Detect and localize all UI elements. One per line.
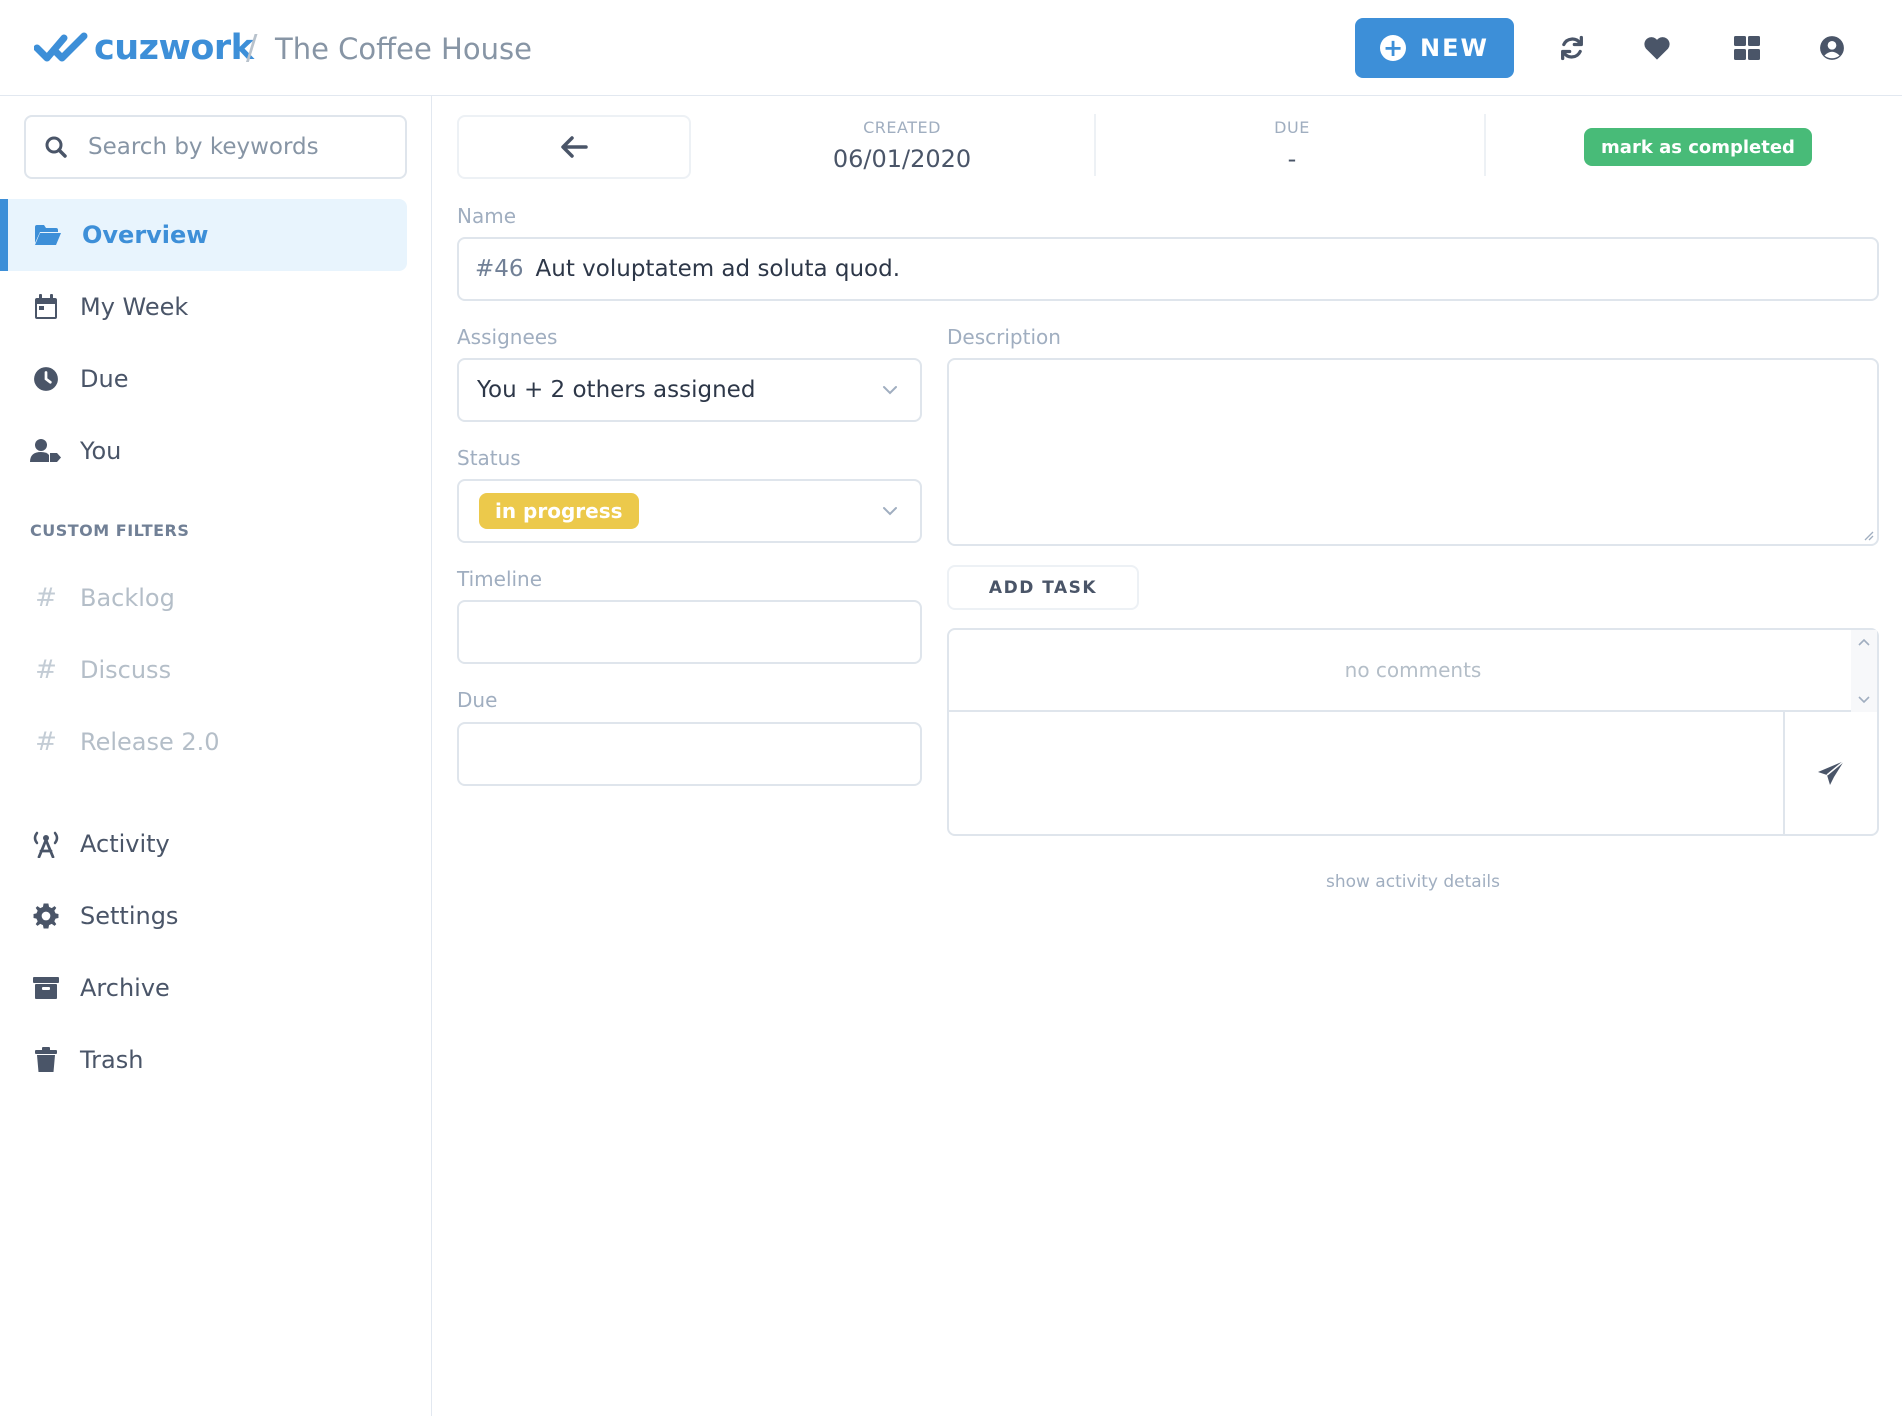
- refresh-icon[interactable]: [1556, 32, 1588, 64]
- user-tag-icon: [30, 435, 62, 467]
- plus-circle-icon: +: [1380, 35, 1407, 61]
- sidebar-item-label: You: [80, 437, 122, 465]
- divider: [1484, 114, 1486, 176]
- comments-list: no comments: [949, 630, 1877, 712]
- search-box[interactable]: [24, 115, 407, 179]
- divider: [1094, 114, 1096, 176]
- grid-icon[interactable]: [1731, 32, 1763, 64]
- heart-icon[interactable]: [1641, 32, 1673, 64]
- breadcrumb-separator: /: [246, 28, 258, 68]
- sidebar-item-label: Activity: [80, 830, 170, 858]
- hash-icon: #: [35, 655, 57, 685]
- sidebar-item-activity[interactable]: Activity: [0, 808, 407, 880]
- due-meta: DUE -: [1142, 118, 1442, 173]
- task-name-value: Aut voluptatem ad soluta quod.: [535, 256, 901, 282]
- new-button[interactable]: + NEW: [1355, 18, 1514, 78]
- new-button-label: NEW: [1420, 34, 1489, 62]
- sidebar-filter-discuss[interactable]: # Discuss: [0, 634, 407, 706]
- send-comment-button[interactable]: [1785, 712, 1877, 834]
- sidebar-item-label: Settings: [80, 902, 179, 930]
- chevron-down-icon: [883, 386, 897, 395]
- sidebar-item-label: Archive: [80, 974, 170, 1002]
- created-label: CREATED: [863, 118, 941, 137]
- due-input[interactable]: [457, 722, 922, 786]
- created-date: 06/01/2020: [832, 145, 972, 173]
- workspace-name[interactable]: The Coffee House: [275, 32, 532, 66]
- brand-name: cuzwork: [94, 28, 254, 68]
- search-icon: [45, 136, 67, 158]
- sidebar-item-label: Backlog: [80, 584, 175, 612]
- sidebar-item-settings[interactable]: Settings: [0, 880, 407, 952]
- no-comments-text: no comments: [1344, 658, 1482, 682]
- created-meta: CREATED 06/01/2020: [752, 118, 1052, 173]
- sidebar-item-trash[interactable]: Trash: [0, 1024, 407, 1096]
- task-detail-panel: CREATED 06/01/2020 DUE - mark as complet…: [432, 96, 1902, 1416]
- sidebar-item-you[interactable]: You: [0, 415, 407, 487]
- sidebar-item-overview[interactable]: Overview: [0, 199, 407, 271]
- sidebar-item-label: Overview: [82, 221, 209, 249]
- sidebar-item-label: Discuss: [80, 656, 172, 684]
- sidebar-item-archive[interactable]: Archive: [0, 952, 407, 1024]
- sidebar-item-label: Trash: [80, 1046, 144, 1074]
- sidebar-item-label: My Week: [80, 293, 189, 321]
- chevron-down-icon: [883, 507, 897, 516]
- sidebar-item-label: Due: [80, 365, 129, 393]
- comments-box: no comments: [947, 628, 1879, 836]
- clock-icon: [30, 363, 62, 395]
- sidebar-filter-backlog[interactable]: # Backlog: [0, 562, 407, 634]
- status-label: Status: [457, 446, 521, 470]
- show-activity-details-link[interactable]: show activity details: [947, 872, 1879, 892]
- due-date: -: [1287, 145, 1297, 173]
- chevron-up-icon[interactable]: [1858, 638, 1870, 646]
- comment-input[interactable]: [949, 712, 1785, 834]
- mark-completed-button[interactable]: mark as completed: [1584, 128, 1812, 166]
- gear-icon: [30, 900, 62, 932]
- resize-handle-icon[interactable]: [1862, 529, 1874, 541]
- status-badge: in progress: [479, 493, 639, 529]
- broadcast-icon: [30, 828, 62, 860]
- status-select[interactable]: in progress: [457, 479, 922, 543]
- sidebar-filter-release-2-0[interactable]: # Release 2.0: [0, 706, 407, 778]
- description-textarea[interactable]: [947, 358, 1879, 546]
- sidebar-item-due[interactable]: Due: [0, 343, 407, 415]
- archive-icon: [30, 972, 62, 1004]
- due-label: DUE: [1274, 118, 1310, 137]
- assignees-select[interactable]: You + 2 others assigned: [457, 358, 922, 422]
- calendar-icon: [30, 291, 62, 323]
- assignees-label: Assignees: [457, 325, 558, 349]
- timeline-label: Timeline: [457, 567, 543, 591]
- folder-open-icon: [32, 219, 64, 251]
- task-number: #46: [475, 256, 524, 282]
- custom-filters-heading: CUSTOM FILTERS: [30, 521, 190, 540]
- arrow-left-icon: [561, 136, 588, 158]
- name-label: Name: [457, 204, 517, 228]
- task-name-field[interactable]: #46 Aut voluptatem ad soluta quod.: [457, 237, 1879, 301]
- logo[interactable]: cuzwork: [34, 28, 254, 68]
- add-task-button[interactable]: ADD TASK: [947, 565, 1139, 610]
- sidebar: Overview My Week Due You CUSTOM FILTERS …: [0, 96, 432, 1416]
- chevron-down-icon[interactable]: [1858, 696, 1870, 704]
- double-check-logo-icon: [34, 32, 88, 62]
- paper-plane-icon: [1818, 760, 1845, 785]
- user-circle-icon[interactable]: [1816, 32, 1848, 64]
- assignees-value: You + 2 others assigned: [477, 377, 756, 403]
- description-label: Description: [947, 325, 1061, 349]
- trash-icon: [30, 1044, 62, 1076]
- timeline-input[interactable]: [457, 600, 922, 664]
- back-button[interactable]: [457, 115, 691, 179]
- hash-icon: #: [35, 583, 57, 613]
- sidebar-item-my-week[interactable]: My Week: [0, 271, 407, 343]
- sidebar-item-label: Release 2.0: [80, 728, 220, 756]
- app-header: cuzwork / The Coffee House + NEW: [0, 0, 1902, 96]
- hash-icon: #: [35, 727, 57, 757]
- due-field-label: Due: [457, 688, 498, 712]
- search-input[interactable]: [88, 134, 378, 160]
- comments-scrollbar[interactable]: [1851, 630, 1877, 712]
